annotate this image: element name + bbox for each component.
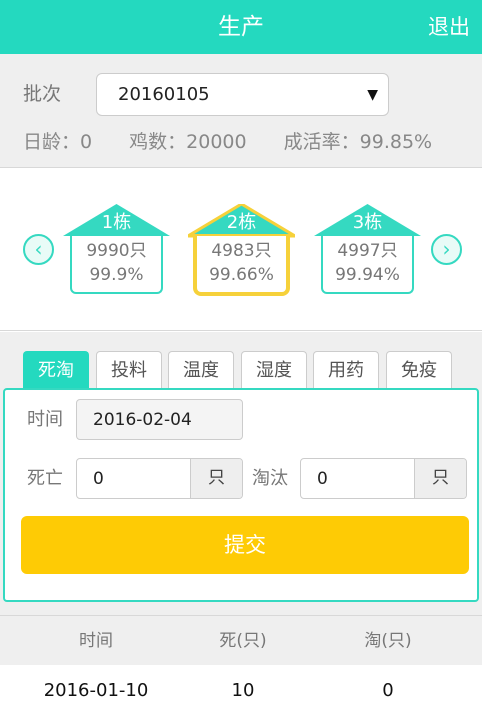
house-rate: 99.66%	[209, 265, 274, 285]
next-arrow-icon[interactable]: ›	[431, 234, 462, 265]
house-name: 1栋	[101, 212, 132, 233]
tab-immunization[interactable]: 免疫	[386, 351, 452, 389]
previous-arrow-icon[interactable]: ‹	[23, 234, 54, 265]
page-title: 生产	[218, 14, 264, 40]
records-table-header: 时间 死(只) 淘(只)	[0, 615, 482, 665]
house-rate: 99.94%	[335, 265, 400, 285]
time-label: 时间	[27, 409, 63, 430]
tab-temperature[interactable]: 温度	[168, 351, 234, 389]
column-header-time: 时间	[79, 631, 113, 651]
death-unit: 只	[190, 459, 242, 498]
submit-button[interactable]: 提交	[21, 516, 469, 574]
cull-unit: 只	[414, 459, 466, 498]
tab-humidity[interactable]: 湿度	[241, 351, 307, 389]
house-name: 2栋	[226, 212, 257, 233]
cell-time: 2016-01-10	[43, 680, 149, 701]
caret-down-icon: ▼	[367, 87, 378, 103]
cull-label: 淘汰	[252, 468, 288, 489]
house-count: 9990只	[86, 241, 147, 261]
batch-label: 批次	[23, 83, 62, 105]
house-count: 4997只	[337, 241, 398, 261]
house-card-3[interactable]: 3栋 4997只 99.94%	[314, 204, 421, 296]
app-header: 生产 退出	[0, 0, 482, 54]
stat-age: 日龄：0	[23, 131, 93, 153]
tab-feeding[interactable]: 投料	[96, 351, 162, 389]
batch-select-value: 20160105	[118, 84, 210, 105]
cull-count-value: 0	[317, 469, 328, 489]
death-cull-panel: 时间 2016-02-04 死亡 0 只 淘汰 0 只 提交	[3, 388, 479, 602]
stat-survival-rate: 成活率：99.85%	[283, 131, 433, 153]
house-rate: 99.9%	[89, 265, 144, 285]
column-header-death: 死(只)	[219, 631, 267, 651]
column-header-cull: 淘(只)	[364, 631, 412, 651]
table-row[interactable]: 2016-01-10 10 0	[0, 665, 482, 716]
tab-medication[interactable]: 用药	[313, 351, 379, 389]
date-input-value: 2016-02-04	[93, 410, 192, 430]
house-name: 3栋	[352, 212, 383, 233]
house-card-1[interactable]: 1栋 9990只 99.9%	[63, 204, 170, 296]
tab-death-cull[interactable]: 死淘	[23, 351, 89, 389]
logout-button[interactable]: 退出	[428, 10, 470, 44]
house-count: 4983只	[211, 241, 272, 261]
date-input[interactable]: 2016-02-04	[76, 399, 243, 440]
batch-select[interactable]: 20160105 ▼	[96, 73, 389, 116]
death-count-input[interactable]: 0 只	[76, 458, 243, 499]
house-card-2[interactable]: 2栋 4983只 99.66%	[188, 204, 295, 296]
batch-section: 批次 20160105 ▼ 日龄：0 鸡数：20000 成活率：99.85%	[0, 54, 482, 168]
cull-count-input[interactable]: 0 只	[300, 458, 467, 499]
death-label: 死亡	[27, 468, 63, 489]
cell-cull: 0	[382, 680, 394, 701]
stat-chicken-count: 鸡数：20000	[129, 131, 247, 153]
record-form-section: 死淘 投料 温度 湿度 用药 免疫 时间 2016-02-04 死亡 0 只 淘…	[0, 332, 482, 615]
death-count-value: 0	[93, 469, 104, 489]
house-carousel: ‹ 1栋 9990只 99.9% 2栋 4983只 99.66% 3栋 4997…	[0, 168, 482, 331]
batch-stats: 日龄：0 鸡数：20000 成活率：99.85%	[23, 130, 463, 154]
cell-death: 10	[231, 680, 255, 701]
